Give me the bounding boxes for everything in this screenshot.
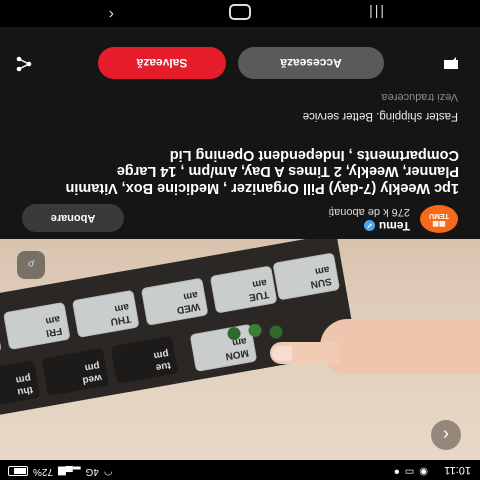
chat-icon[interactable] xyxy=(443,56,459,70)
shop-header: ▦▦ TEMU Temu ✓ 276 k de abonați Abonare xyxy=(0,199,480,239)
compartment-wed-pm: wed pm xyxy=(41,347,110,397)
system-nav-bar: ||| ‹ xyxy=(0,0,480,27)
battery-percent: 72% xyxy=(33,466,54,477)
message-icon: ▭ xyxy=(404,466,415,477)
hand xyxy=(320,319,480,374)
image-search-button[interactable]: ⌕ xyxy=(17,251,45,279)
shop-followers: 276 k de abonați xyxy=(328,206,410,218)
compartment-sat-am: SATam xyxy=(0,314,2,363)
product-title: 1pc Weekly (7-day) Pill Organizer , Medi… xyxy=(65,147,459,196)
product-subtitle: Faster shipping. Better service xyxy=(302,110,458,122)
status-bar: 10:11 ◉ ▭ ● ◠ 4G ▂▄▆ 72% xyxy=(0,460,480,480)
notification-dot-icon: ● xyxy=(393,466,400,477)
compartment-tue-am: TUE am xyxy=(209,265,278,314)
screen: 10:11 ◉ ▭ ● ◠ 4G ▂▄▆ 72% SUN am MON am TUE… xyxy=(0,0,480,480)
system-back-icon[interactable]: ‹ xyxy=(109,5,114,23)
notification-icons: ◉ ▭ ● xyxy=(394,466,428,477)
subscribe-button[interactable]: Abonare xyxy=(22,204,124,232)
clock: 10:11 xyxy=(444,464,471,476)
logo-text: TEMU xyxy=(429,212,449,219)
location-icon: ◉ xyxy=(419,466,428,477)
image-search-icon: ⌕ xyxy=(27,257,35,274)
logo-emblem-icon: ▦▦ xyxy=(432,220,446,227)
save-button[interactable]: Salvează xyxy=(98,47,226,79)
fingernail xyxy=(272,346,292,361)
signal-label: 4G xyxy=(85,466,99,477)
wifi-icon: ◠ xyxy=(103,466,113,477)
shop-name-row[interactable]: Temu ✓ xyxy=(363,219,410,233)
compartment-thu-pm: thu pm xyxy=(0,360,41,409)
compartment-wed-am: WED am xyxy=(140,277,209,326)
pills xyxy=(220,324,290,340)
home-icon[interactable] xyxy=(229,4,251,20)
signal-icon: ▂▄▆ xyxy=(58,466,81,477)
action-bar: Accesează Salvează xyxy=(0,42,480,82)
product-image[interactable]: SUNam MONam TUEam WEDam THUam FRIam SATa… xyxy=(0,239,480,460)
share-icon[interactable] xyxy=(16,56,32,72)
verified-icon: ✓ xyxy=(363,220,375,232)
compartment-sun-am: SUN am xyxy=(272,252,341,301)
compartment-thu-am: THU am xyxy=(71,289,140,338)
recents-icon[interactable]: ||| xyxy=(367,5,384,21)
pill-organizer-image: SUNam MONam TUEam WEDam THUam FRIam SATa… xyxy=(0,239,358,427)
back-arrow-icon: ‹ xyxy=(443,425,449,446)
shop-logo[interactable]: ▦▦ TEMU xyxy=(420,205,458,233)
shop-name: Temu xyxy=(378,219,410,233)
compartment-fri-am: FRI am xyxy=(2,301,71,351)
compartment-tue-pm: tue pm xyxy=(110,335,179,384)
back-button[interactable]: ‹ xyxy=(431,420,461,450)
battery-icon xyxy=(8,466,28,477)
status-right: ◠ 4G ▂▄▆ 72% xyxy=(8,466,113,477)
see-translation-link[interactable]: Vezi traducerea xyxy=(382,91,458,103)
access-button[interactable]: Accesează xyxy=(238,47,384,79)
